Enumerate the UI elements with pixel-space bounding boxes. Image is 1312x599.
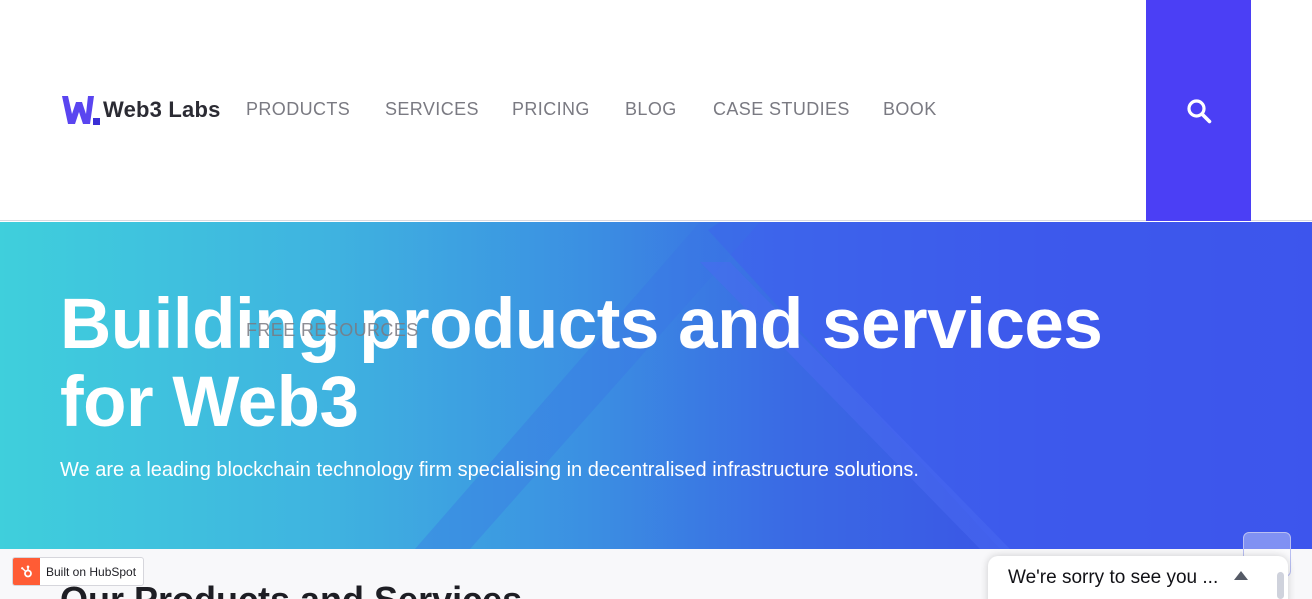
hero-banner: Building products and services for Web3 … <box>0 222 1312 549</box>
built-on-hubspot-badge[interactable]: Built on HubSpot <box>12 557 144 586</box>
search-icon <box>1186 98 1211 123</box>
nav-item-blog[interactable]: BLOG <box>625 99 677 120</box>
nav-item-products[interactable]: PRODUCTS <box>246 99 350 120</box>
nav-item-case-studies[interactable]: CASE STUDIES <box>713 99 850 120</box>
hero-title: Building products and services for Web3 <box>60 285 1103 442</box>
chat-widget[interactable]: We're sorry to see you ... <box>988 556 1288 599</box>
nav-item-free-resources[interactable]: FREE RESOURCES <box>246 320 419 341</box>
chevron-up-icon[interactable] <box>1234 571 1248 580</box>
site-header: Web3 Labs PRODUCTS SERVICES PRICING BLOG… <box>0 0 1312 221</box>
nav-item-services[interactable]: SERVICES <box>385 99 479 120</box>
hero-subtitle: We are a leading blockchain technology f… <box>60 459 919 481</box>
nav-item-pricing[interactable]: PRICING <box>512 99 590 120</box>
chat-widget-message: We're sorry to see you ... <box>1008 567 1219 588</box>
search-button[interactable] <box>1146 0 1251 221</box>
web3-labs-logo-icon <box>62 96 100 125</box>
chat-scrollbar[interactable] <box>1277 572 1284 599</box>
hubspot-badge-label: Built on HubSpot <box>46 564 137 579</box>
hubspot-sprocket-icon <box>13 558 40 585</box>
logo-text: Web3 Labs <box>103 97 221 122</box>
site-logo[interactable]: Web3 Labs <box>60 94 221 126</box>
nav-item-book[interactable]: BOOK <box>883 99 937 120</box>
